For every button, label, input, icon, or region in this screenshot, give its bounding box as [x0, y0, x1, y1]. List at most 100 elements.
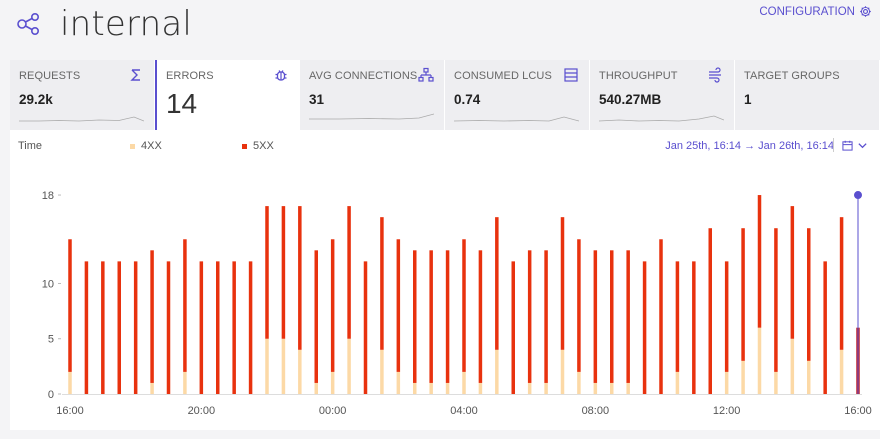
bar-5xx[interactable]	[544, 250, 548, 383]
bar-5xx[interactable]	[774, 228, 778, 372]
legend-item-5xx[interactable]: 5XX	[242, 140, 274, 152]
bar-5xx[interactable]	[445, 250, 450, 383]
bar-5xx[interactable]	[659, 239, 663, 394]
bar-4xx[interactable]	[741, 360, 745, 394]
bar-4xx[interactable]	[265, 338, 269, 394]
bar-5xx[interactable]	[478, 250, 483, 383]
bar-5xx[interactable]	[298, 206, 302, 350]
bar-4xx[interactable]	[281, 338, 286, 394]
tab-target-groups[interactable]: TARGET GROUPS 1	[735, 60, 880, 130]
bar-4xx[interactable]	[757, 327, 762, 394]
bar-4xx[interactable]	[150, 382, 154, 394]
bar-5xx[interactable]	[232, 261, 236, 394]
bar-5xx[interactable]	[642, 261, 647, 394]
bar-5xx[interactable]	[150, 250, 154, 383]
bar-5xx[interactable]	[413, 250, 417, 383]
bar-5xx[interactable]	[183, 239, 187, 372]
bar-5xx[interactable]	[823, 261, 827, 394]
tab-value: 29.2k	[19, 92, 53, 107]
bar-4xx[interactable]	[626, 382, 630, 394]
bar-4xx[interactable]	[839, 349, 844, 394]
bar-5xx[interactable]	[133, 261, 138, 394]
bar-4xx[interactable]	[413, 382, 417, 394]
bar-4xx[interactable]	[298, 349, 302, 394]
bar-4xx[interactable]	[675, 371, 680, 394]
bar-5xx[interactable]	[84, 261, 89, 394]
bar-5xx[interactable]	[790, 206, 795, 339]
bar-4xx[interactable]	[724, 371, 729, 394]
bar-5xx[interactable]	[281, 206, 286, 339]
tab-consumed-lcus[interactable]: CONSUMED LCUS 0.74	[445, 60, 591, 130]
bar-4xx[interactable]	[445, 382, 450, 394]
bar-5xx[interactable]	[511, 261, 516, 394]
tab-errors[interactable]: ERRORS 14	[154, 60, 301, 132]
tab-value: 0.74	[454, 92, 481, 107]
bar-4xx[interactable]	[380, 349, 384, 394]
bar-5xx[interactable]	[117, 261, 122, 394]
bar-5xx[interactable]	[577, 239, 581, 372]
bar-4xx[interactable]	[347, 338, 351, 394]
configuration-link[interactable]: CONFIGURATION	[759, 5, 872, 18]
bar-5xx[interactable]	[166, 261, 171, 394]
bar-5xx[interactable]	[380, 217, 384, 350]
bar-5xx[interactable]	[692, 261, 696, 394]
bar-4xx[interactable]	[478, 382, 483, 394]
bar-5xx[interactable]	[675, 261, 680, 372]
bar-5xx[interactable]	[429, 250, 433, 383]
bar-4xx[interactable]	[429, 382, 433, 394]
bar-5xx[interactable]	[626, 250, 630, 383]
bar-5xx[interactable]	[610, 250, 614, 383]
bar-5xx[interactable]	[248, 261, 253, 394]
tab-avg-connections[interactable]: AVG CONNECTIONS 31	[300, 60, 446, 130]
bar-4xx[interactable]	[183, 371, 187, 394]
bar-5xx[interactable]	[708, 228, 713, 394]
bar-5xx[interactable]	[560, 217, 565, 350]
bar-4xx[interactable]	[807, 360, 811, 394]
bar-4xx[interactable]	[593, 382, 598, 394]
legend-item-4xx[interactable]: 4XX	[130, 140, 162, 152]
bar-5xx[interactable]	[839, 217, 844, 350]
bar-4xx[interactable]	[774, 371, 778, 394]
bar-4xx[interactable]	[462, 371, 466, 394]
bar-5xx[interactable]	[741, 228, 745, 361]
bar-5xx[interactable]	[216, 261, 220, 394]
bar-4xx[interactable]	[396, 371, 401, 394]
bar-4xx[interactable]	[544, 382, 548, 394]
bar-5xx[interactable]	[495, 217, 499, 350]
bar-5xx[interactable]	[199, 261, 204, 394]
bar-5xx[interactable]	[462, 239, 466, 372]
bar-5xx[interactable]	[593, 250, 598, 383]
bar-4xx[interactable]	[527, 382, 532, 394]
bar-5xx[interactable]	[807, 228, 811, 361]
bar-5xx[interactable]	[101, 261, 105, 394]
bar-5xx[interactable]	[396, 239, 401, 372]
bar-4xx[interactable]	[495, 349, 499, 394]
tab-throughput[interactable]: THROUGHPUT 540.27MB	[590, 60, 735, 130]
bar-5xx[interactable]	[757, 195, 762, 328]
bar-5xx[interactable]	[527, 250, 532, 383]
bar-4xx[interactable]	[577, 371, 581, 394]
bar-5xx[interactable]	[68, 239, 72, 372]
calendar-button[interactable]	[833, 138, 868, 152]
hover-cursor-dot[interactable]	[854, 191, 862, 200]
bar-5xx[interactable]	[347, 206, 351, 339]
bar-5xx[interactable]	[265, 206, 269, 339]
bar-5xx[interactable]	[314, 250, 319, 383]
page-header: internal CONFIGURATION	[0, 0, 880, 52]
bar-4xx[interactable]	[314, 382, 319, 394]
bug-icon	[275, 70, 287, 81]
legend-swatch	[242, 143, 247, 149]
bar-4xx[interactable]	[560, 349, 565, 394]
bar-4xx[interactable]	[610, 382, 614, 394]
metric-tabs: REQUESTS 29.2k ERRORS 14 AVG CONNECTIONS…	[10, 60, 880, 132]
bar-5xx[interactable]	[724, 261, 729, 372]
date-range-picker[interactable]: Jan 25th, 16:14 → Jan 26th, 16:14	[665, 140, 834, 152]
bar-4xx[interactable]	[68, 371, 72, 394]
x-tick-label: 20:00	[188, 405, 216, 417]
bar-5xx[interactable]	[363, 261, 368, 394]
bar-5xx[interactable]	[330, 239, 335, 372]
bar-4xx[interactable]	[790, 338, 795, 394]
bar-4xx[interactable]	[330, 371, 335, 394]
y-tick-label: 0	[48, 389, 54, 401]
tab-requests[interactable]: REQUESTS 29.2k	[10, 60, 155, 130]
